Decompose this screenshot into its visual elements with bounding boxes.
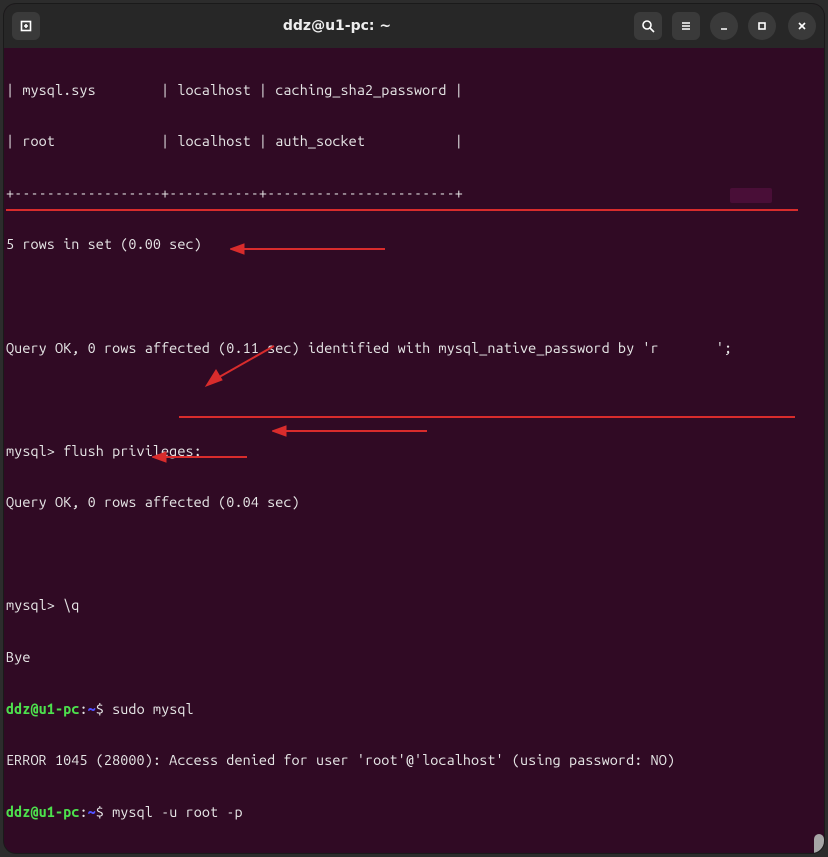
shell-command: sudo mysql bbox=[104, 701, 194, 717]
minimize-icon bbox=[717, 19, 731, 33]
table-row: | root | localhost | auth_socket | bbox=[6, 129, 822, 155]
result-summary: 5 rows in set (0.00 sec) bbox=[6, 232, 822, 258]
maximize-button[interactable] bbox=[748, 12, 776, 40]
query-ok: Query OK, 0 rows affected (0.04 sec) bbox=[6, 490, 822, 516]
scrollbar-thumb[interactable] bbox=[814, 834, 824, 853]
shell-command: mysql -u root -p bbox=[104, 804, 243, 820]
bye-line: Bye bbox=[6, 645, 822, 671]
prompt-userhost: ddz@u1-pc bbox=[6, 804, 79, 820]
blank-line bbox=[6, 284, 822, 310]
annotation-underline bbox=[6, 209, 798, 211]
menu-button[interactable] bbox=[672, 12, 700, 40]
annotation-underline bbox=[179, 416, 795, 418]
prompt-userhost: ddz@u1-pc bbox=[6, 701, 79, 717]
minimize-button[interactable] bbox=[710, 12, 738, 40]
new-tab-icon bbox=[19, 19, 33, 33]
terminal-viewport[interactable]: | mysql.sys | localhost | caching_sha2_p… bbox=[4, 48, 824, 853]
terminal-window: ddz@u1-pc: ~ | mysql.sys | localhost | c… bbox=[4, 4, 824, 853]
menu-icon bbox=[679, 19, 693, 33]
search-icon bbox=[641, 19, 655, 33]
password-prompt: Enter password: bbox=[6, 851, 822, 853]
new-tab-button[interactable] bbox=[12, 12, 40, 40]
shell-prompt-line: ddz@u1-pc:~$ sudo mysql bbox=[6, 697, 822, 723]
annotation-censor bbox=[730, 188, 772, 203]
table-row: | mysql.sys | localhost | caching_sha2_p… bbox=[6, 78, 822, 104]
blank-line bbox=[6, 542, 822, 568]
window-title: ddz@u1-pc: ~ bbox=[40, 18, 634, 34]
prompt-path: ~ bbox=[88, 701, 96, 717]
annotation-arrow bbox=[272, 422, 432, 440]
blank-line bbox=[6, 387, 822, 413]
close-icon bbox=[795, 19, 809, 33]
table-border: +------------------+-----------+--------… bbox=[6, 181, 822, 207]
titlebar: ddz@u1-pc: ~ bbox=[4, 4, 824, 48]
close-button[interactable] bbox=[788, 12, 816, 40]
mysql-prompt-line: mysql> \q bbox=[6, 593, 822, 619]
search-button[interactable] bbox=[634, 12, 662, 40]
maximize-icon bbox=[755, 19, 769, 33]
query-ok: Query OK, 0 rows affected (0.11 sec) ide… bbox=[6, 336, 822, 362]
prompt-path: ~ bbox=[88, 804, 96, 820]
shell-prompt-line: ddz@u1-pc:~$ mysql -u root -p bbox=[6, 800, 822, 826]
error-line: ERROR 1045 (28000): Access denied for us… bbox=[6, 748, 822, 774]
mysql-prompt-line: mysql> flush privileges; bbox=[6, 439, 822, 465]
